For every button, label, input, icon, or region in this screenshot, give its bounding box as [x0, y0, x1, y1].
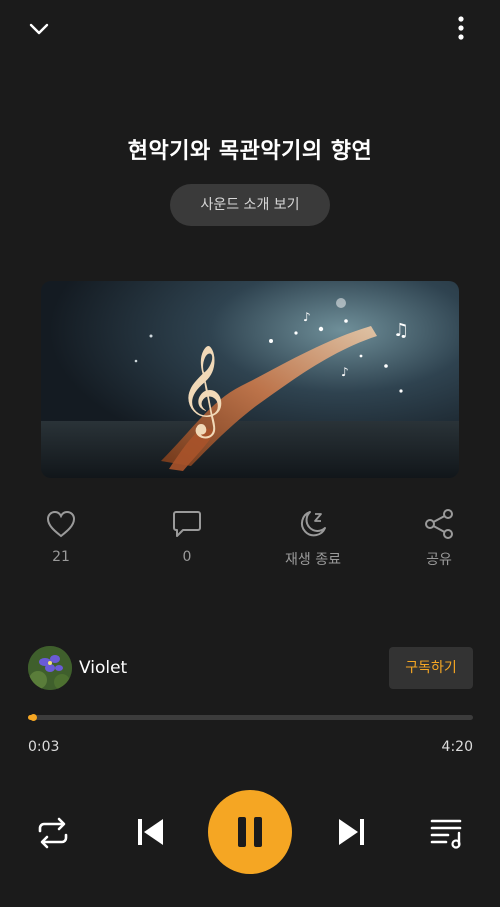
share-icon [425, 509, 453, 539]
moon-zz-icon [300, 511, 326, 537]
playlist-button[interactable] [428, 814, 466, 852]
total-time: 4:20 [441, 739, 473, 755]
pause-icon [238, 817, 262, 847]
repeat-button[interactable] [34, 814, 72, 852]
previous-button[interactable] [133, 814, 169, 850]
subscribe-button[interactable]: 구독하기 [389, 647, 473, 689]
chevron-down-icon[interactable] [26, 16, 52, 42]
skip-previous-icon [138, 819, 163, 845]
share-label: 공유 [426, 552, 452, 568]
current-time: 0:03 [28, 739, 60, 755]
skip-next-icon [339, 819, 364, 845]
svg-text:♪: ♪ [303, 310, 311, 324]
progress-knob[interactable] [29, 714, 37, 721]
sleep-timer-button[interactable]: 재생 종료 [273, 507, 353, 569]
pause-button[interactable] [208, 790, 292, 874]
heart-icon [46, 510, 76, 538]
cover-artwork: 𝄞 ♫ ♪ ♪ [41, 281, 459, 478]
comment-icon [173, 511, 201, 537]
avatar[interactable] [28, 646, 72, 690]
svg-text:♫: ♫ [393, 320, 409, 341]
like-count: 21 [52, 549, 70, 565]
sleep-timer-label: 재생 종료 [285, 552, 341, 568]
more-vertical-icon[interactable] [450, 14, 472, 44]
creator-name[interactable]: Violet [79, 658, 127, 678]
svg-text:♪: ♪ [341, 365, 349, 379]
comment-count: 0 [182, 549, 192, 565]
like-button[interactable]: 21 [21, 507, 101, 565]
comment-button[interactable]: 0 [147, 507, 227, 565]
repeat-icon [38, 817, 68, 849]
next-button[interactable] [333, 814, 369, 850]
share-button[interactable]: 공유 [399, 507, 479, 569]
progress-bar[interactable] [28, 714, 473, 721]
svg-text:𝄞: 𝄞 [179, 345, 225, 439]
sound-intro-button[interactable]: 사운드 소개 보기 [170, 184, 330, 226]
playlist-icon [430, 819, 462, 849]
page-title: 현악기와 목관악기의 향연 [127, 139, 373, 164]
